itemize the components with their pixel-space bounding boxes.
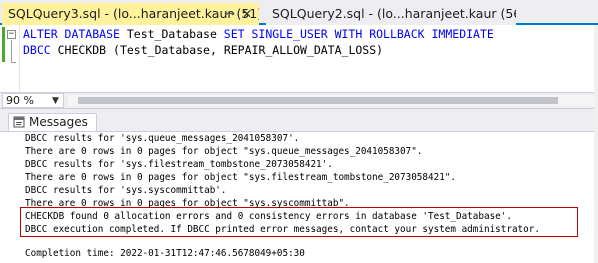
results-tab-strip: Messages xyxy=(0,109,598,131)
zoom-select[interactable]: 90 % ▼ xyxy=(2,93,64,108)
code-token: DBCC xyxy=(23,43,58,57)
editor-gutter: − xyxy=(0,25,20,92)
message-line: There are 0 rows in 0 pages for object "… xyxy=(25,146,423,157)
message-line: Completion time: 2022-01-31T12:47:46.567… xyxy=(25,248,305,259)
code-token: CHECKDB xyxy=(57,43,114,57)
tab-sqlquery2[interactable]: SQLQuery2.sql - (lo...haranjeet.kaur (56… xyxy=(266,3,516,25)
editor-status-row: 90 % ▼ xyxy=(0,92,598,109)
code-line[interactable]: ALTER DATABASE Test_Database SET SINGLE_… xyxy=(23,27,494,41)
code-token: SET SINGLE_USER WITH ROLLBACK IMMEDIATE xyxy=(223,27,494,41)
code-token: REPAIR_ALLOW_DATA_LOSS xyxy=(223,43,377,57)
code-token: ALTER DATABASE xyxy=(23,27,127,41)
message-line: DBCC results for 'sys.filestream_tombsto… xyxy=(25,159,333,170)
outline-line xyxy=(11,40,12,62)
messages-icon xyxy=(13,116,25,128)
message-line: There are 0 rows in 0 pages for object "… xyxy=(25,198,350,209)
message-line: CHECKDB found 0 allocation errors and 0 … xyxy=(25,211,512,222)
chevron-down-icon[interactable]: ▼ xyxy=(52,95,59,108)
code-line[interactable]: DBCC CHECKDB (Test_Database, REPAIR_ALLO… xyxy=(23,43,383,57)
scrollbar-thumb[interactable] xyxy=(78,97,558,104)
message-line: There are 0 rows in 0 pages for object "… xyxy=(25,172,456,183)
window-edge xyxy=(594,25,598,263)
code-token: ( xyxy=(113,43,120,57)
zoom-value: 90 % xyxy=(6,94,34,107)
query-editor[interactable]: − ALTER DATABASE Test_Database SET SINGL… xyxy=(0,25,598,92)
outline-tick xyxy=(11,62,16,63)
code-token: , xyxy=(209,43,224,57)
code-token: ) xyxy=(376,43,384,57)
close-icon[interactable]: ✕ xyxy=(242,3,252,25)
collapse-toggle-icon[interactable]: − xyxy=(7,30,16,39)
pin-icon[interactable]: ⊶ xyxy=(224,3,235,25)
message-line: DBCC execution completed. If DBCC printe… xyxy=(25,224,540,235)
code-token: Test_Database xyxy=(119,43,210,57)
horizontal-scrollbar[interactable] xyxy=(68,95,594,106)
document-tab-strip: SQLQuery3.sql - (lo...haranjeet.kaur (51… xyxy=(0,0,598,25)
messages-pane[interactable]: DBCC results for 'sys.queue_messages_204… xyxy=(0,131,598,263)
code-token: Test_Database xyxy=(126,27,224,41)
tab-sqlquery3-label: SQLQuery3.sql - (lo...haranjeet.kaur (51… xyxy=(8,6,259,21)
message-line: DBCC results for 'sys.queue_messages_204… xyxy=(25,133,300,144)
change-tracking-bar xyxy=(2,27,5,62)
tab-sqlquery2-label: SQLQuery2.sql - (lo...haranjeet.kaur (56… xyxy=(272,6,516,21)
tab-sqlquery3[interactable]: SQLQuery3.sql - (lo...haranjeet.kaur (51… xyxy=(2,3,259,25)
tab-messages[interactable]: Messages xyxy=(8,113,97,131)
message-line: DBCC results for 'sys.syscommittab'. xyxy=(25,185,227,196)
tab-messages-label: Messages xyxy=(29,115,88,129)
